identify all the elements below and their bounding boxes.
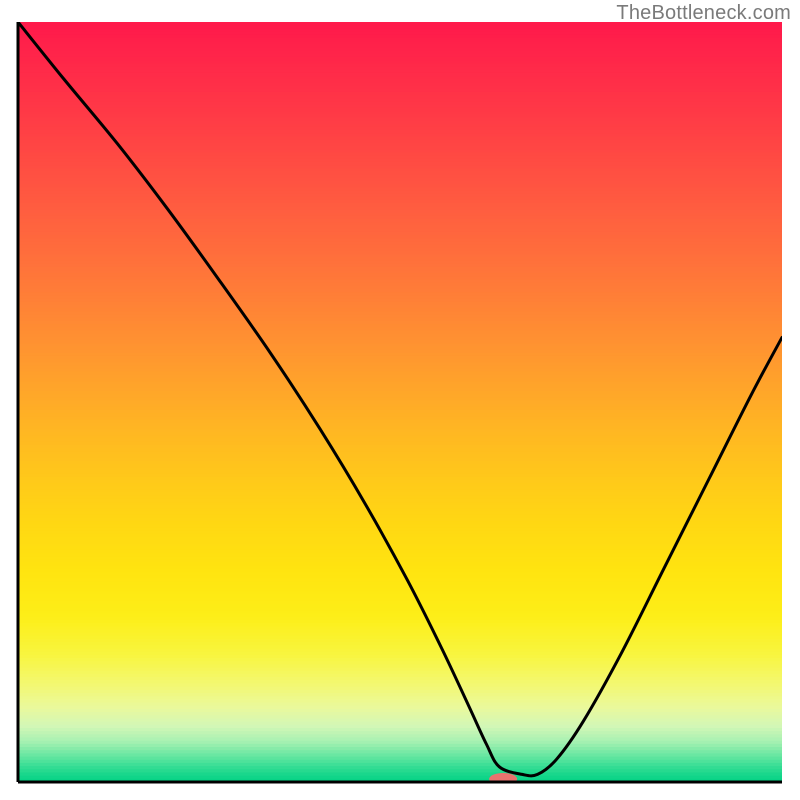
chart-svg: [0, 0, 800, 800]
gradient-background: [18, 22, 782, 786]
watermark-text: TheBottleneck.com: [616, 2, 791, 25]
